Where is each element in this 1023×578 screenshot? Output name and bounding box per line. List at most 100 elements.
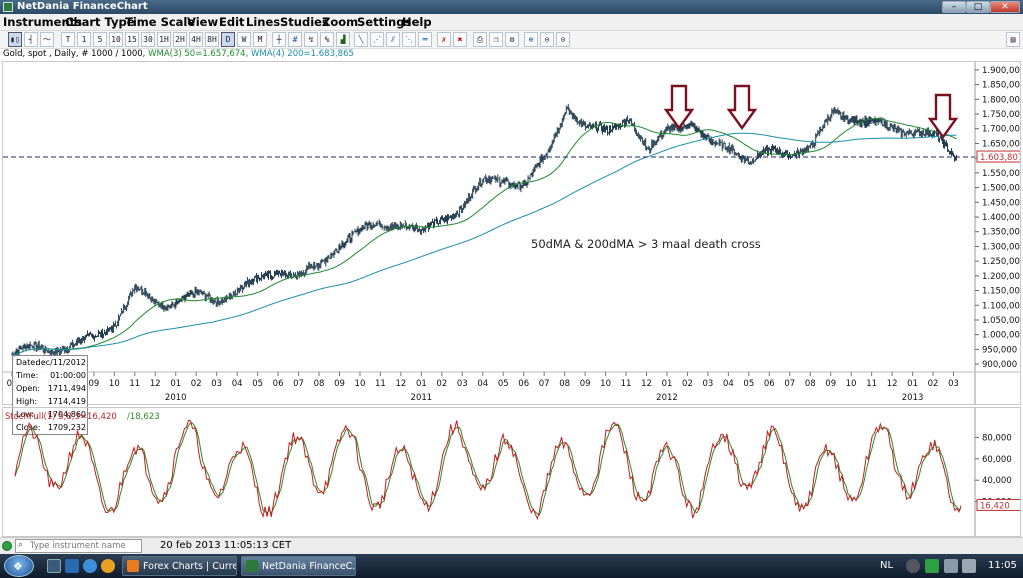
zoom-out-icon[interactable]: ⊖	[540, 32, 554, 47]
bar-chart-icon[interactable]: ┤	[24, 32, 38, 47]
month-tick-label: 01	[416, 379, 427, 389]
month-tick-label: 06	[764, 379, 775, 389]
tray-netdania-icon[interactable]	[925, 559, 939, 573]
year-label: 2010	[165, 393, 187, 403]
stoch-tick-label: 60,000	[982, 455, 1012, 465]
price-tick-label: 1.800,000	[982, 95, 1020, 105]
stochastic-panel[interactable]: StochFull(1) 5,8,3=16,420 /18,623 80,000…	[2, 407, 1022, 537]
stoch-current-label: 16,420	[980, 501, 1010, 511]
tray-network-icon[interactable]	[944, 559, 958, 573]
start-button[interactable]: ❖	[4, 555, 34, 577]
firefox-icon[interactable]	[101, 559, 115, 573]
menu-edit[interactable]: Edit	[219, 15, 245, 29]
price-chart[interactable]: 1.900,000 1.850,000 1.800,000 1.750,000 1.70…	[3, 62, 1023, 404]
month-tick-label: 05	[743, 379, 754, 389]
close-button[interactable]: ✕	[990, 1, 1020, 13]
internet-explorer-icon[interactable]	[83, 559, 97, 573]
period-d-button[interactable]: D	[221, 32, 235, 47]
period-30-button[interactable]: 30	[141, 32, 155, 47]
settings-icon[interactable]: ⚙	[505, 32, 519, 47]
maximize-button[interactable]: □	[966, 1, 990, 13]
tray-volume-icon[interactable]	[962, 559, 976, 573]
info-open-label: Open:	[16, 384, 41, 393]
menu-zoom[interactable]: Zoom	[322, 15, 358, 29]
price-tick-label: 950,000	[982, 345, 1017, 355]
explorer-icon[interactable]	[65, 559, 79, 573]
status-timestamp: 20 feb 2013 11:05:13 CET	[160, 540, 292, 551]
window-title: NetDania FinanceChart	[17, 1, 148, 12]
volume-icon[interactable]: ▟	[336, 32, 350, 47]
tray-arrow-icon[interactable]	[906, 559, 920, 573]
month-tick-label: 01	[907, 379, 918, 389]
delete-line-icon[interactable]: ✗	[437, 32, 451, 47]
copy-icon[interactable]: ❐	[489, 32, 503, 47]
line-chart-icon[interactable]: 〜	[40, 32, 54, 47]
horizontal-line-icon[interactable]: ═	[418, 32, 432, 47]
taskbar-item-forex-label: Forex Charts | Curre...	[143, 561, 237, 572]
death-cross-arrow	[663, 84, 695, 131]
menu-bar: Instruments Chart Type Time Scale View E…	[0, 14, 1023, 31]
wma50-label: WMA(3) 50=1.657,674,	[148, 49, 249, 59]
month-tick-label: 01	[170, 379, 181, 389]
percent-tool-icon[interactable]: %	[320, 32, 334, 47]
price-chart-panel[interactable]: 1.900,000 1.850,000 1.800,000 1.750,000 1.70…	[2, 61, 1023, 435]
period-w-button[interactable]: W	[237, 32, 251, 47]
period-4h-button[interactable]: 4H	[189, 32, 203, 47]
crosshair-icon[interactable]: ┼	[272, 32, 286, 47]
period-1h-button[interactable]: 1H	[157, 32, 171, 47]
info-date-value: dec/11/2012	[35, 358, 86, 367]
period-15-button[interactable]: 15	[125, 32, 139, 47]
panel-toggle-icon[interactable]: ▤	[1006, 32, 1020, 47]
fan-lines-icon[interactable]: ⋱	[402, 32, 416, 47]
taskbar-item-netdania-label: NetDania FinanceC...	[262, 561, 356, 572]
price-tick-label: 1.250,000	[982, 257, 1020, 267]
minimize-button[interactable]: –	[942, 1, 966, 13]
period-10-button[interactable]: 10	[109, 32, 123, 47]
draw-line-icon[interactable]: ╲	[354, 32, 368, 47]
instrument-search-input[interactable]	[30, 540, 140, 552]
month-tick-label: 08	[314, 379, 325, 389]
price-tick-label: 1.650,000	[982, 139, 1020, 149]
stochastic-chart[interactable]: StochFull(1) 5,8,3=16,420 /18,623 80,000…	[3, 408, 1022, 536]
menu-lines[interactable]: Lines	[246, 15, 280, 29]
title-bar: NetDania FinanceChart – □ ✕	[0, 0, 1023, 14]
search-icon: ⌕	[18, 540, 24, 550]
price-tick-label: 1.400,000	[982, 213, 1020, 223]
month-tick-label: 08	[805, 379, 816, 389]
price-tick-label: 1.150,000	[982, 287, 1020, 297]
period-5-button[interactable]: 5	[93, 32, 107, 47]
print-icon[interactable]: ⎙	[473, 32, 487, 47]
delete-all-icon[interactable]: ✖	[453, 32, 467, 47]
instrument-search[interactable]: ⌕	[15, 539, 142, 553]
candlestick-chart-icon[interactable]: ▮▯	[8, 32, 22, 47]
period-2h-button[interactable]: 2H	[173, 32, 187, 47]
menu-time-scale[interactable]: Time Scale	[125, 15, 195, 29]
price-tick-label: 1.100,000	[982, 301, 1020, 311]
month-tick-label: 07	[539, 379, 550, 389]
show-desktop-icon[interactable]	[47, 559, 61, 573]
grid-icon[interactable]: #	[288, 32, 302, 47]
taskbar-item-forex[interactable]: Forex Charts | Curre...	[122, 556, 237, 576]
period-8h-button[interactable]: 8H	[205, 32, 219, 47]
current-price-label: 1.603,807	[980, 153, 1020, 163]
toolbar: ▮▯ ┤ 〜 T 1 5 10 15 30 1H 2H 4H 8H D W M …	[0, 31, 1023, 49]
zoom-in-icon[interactable]: ⊕	[524, 32, 538, 47]
stoch-main-label: StochFull(1) 5,8,3=16,420	[5, 412, 117, 422]
period-tick-button[interactable]: T	[61, 32, 75, 47]
price-tick-label: 1.450,000	[982, 198, 1020, 208]
menu-view[interactable]: View	[187, 15, 218, 29]
period-1-button[interactable]: 1	[77, 32, 91, 47]
month-tick-label: 03	[457, 379, 468, 389]
trend-tool-icon[interactable]: ↯	[304, 32, 318, 47]
draw-channel-icon[interactable]: ⋰	[370, 32, 384, 47]
stoch-tick-label: 80,000	[982, 433, 1012, 443]
fibonacci-icon[interactable]: ⫽	[386, 32, 400, 47]
instrument-label: Gold, spot , Daily, # 1000 / 1000,	[3, 49, 146, 59]
zoom-reset-icon[interactable]: ⊙	[556, 32, 570, 47]
month-tick-label: 06	[518, 379, 529, 389]
info-high-label: High:	[16, 397, 38, 406]
language-indicator[interactable]: NL	[880, 560, 893, 571]
menu-help[interactable]: Help	[402, 15, 432, 29]
period-m-button[interactable]: M	[253, 32, 267, 47]
taskbar-item-netdania[interactable]: NetDania FinanceC...	[241, 556, 356, 576]
